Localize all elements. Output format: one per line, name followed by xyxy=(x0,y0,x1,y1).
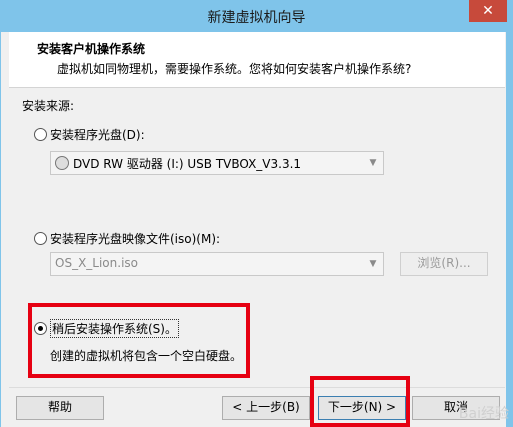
back-button[interactable]: < 上一步(B) xyxy=(222,396,310,420)
page-title: 安装客户机操作系统 xyxy=(37,42,146,56)
iso-path-input[interactable]: OS_X_Lion.iso ▼ xyxy=(50,252,384,276)
wizard-header: 安装客户机操作系统 虚拟机如同物理机，需要操作系统。您将如何安装客户机操作系统? xyxy=(9,32,505,88)
chevron-down-icon[interactable]: ▼ xyxy=(367,258,379,270)
close-icon: ✕ xyxy=(482,3,494,19)
title-bar: 新建虚拟机向导 ✕ xyxy=(0,0,513,32)
disc-drive-select[interactable]: DVD RW 驱动器 (I:) USB TVBOX_V3.3.1 ▼ xyxy=(50,151,384,175)
disc-icon xyxy=(55,156,69,170)
source-label: 安装来源: xyxy=(22,99,75,113)
window-title: 新建虚拟机向导 xyxy=(207,10,306,26)
highlight-later-option xyxy=(28,303,250,378)
later-option-desc: 创建的虚拟机将包含一个空白硬盘。 xyxy=(50,349,243,363)
disc-radio[interactable] xyxy=(34,128,47,141)
close-button[interactable]: ✕ xyxy=(469,0,507,22)
watermark: Bai经验 xyxy=(458,406,509,422)
iso-option-label[interactable]: 安装程序光盘映像文件(iso)(M): xyxy=(50,230,220,247)
later-radio[interactable] xyxy=(34,322,47,335)
browse-button[interactable]: 浏览(R)... xyxy=(400,252,488,276)
page-subtitle: 虚拟机如同物理机，需要操作系统。您将如何安装客户机操作系统? xyxy=(57,62,412,76)
help-button[interactable]: 帮助 xyxy=(16,396,104,420)
disc-option-label[interactable]: 安装程序光盘(D): xyxy=(50,126,145,143)
highlight-next-button xyxy=(310,376,410,427)
chevron-down-icon[interactable]: ▼ xyxy=(367,157,379,169)
iso-radio[interactable] xyxy=(34,232,47,245)
footer-divider xyxy=(9,387,505,388)
later-option-label[interactable]: 稍后安装操作系统(S)。 xyxy=(50,319,179,338)
disc-drive-value: DVD RW 驱动器 (I:) USB TVBOX_V3.3.1 xyxy=(73,157,302,171)
iso-path-value: OS_X_Lion.iso xyxy=(55,256,138,270)
